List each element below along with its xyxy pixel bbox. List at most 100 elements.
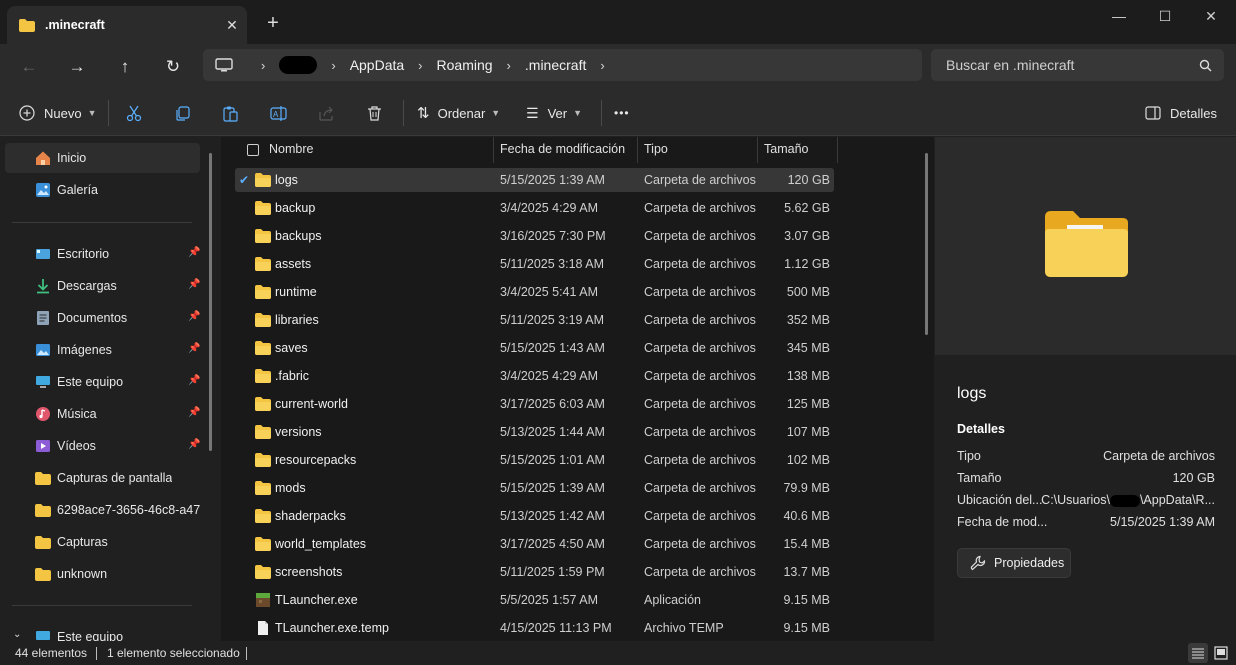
file-row[interactable]: backup 3/4/2025 4:29 AM Carpeta de archivo… xyxy=(235,196,834,220)
sidebar-item-folder[interactable]: Capturas de pantalla xyxy=(5,463,200,493)
share-button[interactable] xyxy=(318,99,335,127)
sidebar-item-descargas[interactable]: Descargas 📌 xyxy=(5,271,200,301)
file-row[interactable]: current-world 3/17/2025 6:03 AM Carpeta de… xyxy=(235,392,834,416)
column-header-type[interactable]: Tipo xyxy=(644,137,668,163)
pin-icon[interactable]: 📌 xyxy=(188,375,200,387)
new-button[interactable]: Nuevo ▼ xyxy=(19,99,97,127)
sidebar-item-musica[interactable]: Música 📌 xyxy=(5,399,200,429)
search-input[interactable] xyxy=(946,57,1199,73)
file-row[interactable]: screenshots 5/11/2025 1:59 PM Carpeta de a… xyxy=(235,560,834,584)
file-row[interactable]: runtime 3/4/2025 5:41 AM Carpeta de archiv… xyxy=(235,280,834,304)
file-row[interactable]: shaderpacks 5/13/2025 1:42 AM Carpeta de a… xyxy=(235,504,834,528)
search-box[interactable] xyxy=(931,49,1224,81)
tab-minecraft[interactable]: .minecraft ✕ xyxy=(7,6,247,44)
sidebar-item-imagenes[interactable]: Imágenes 📌 xyxy=(5,335,200,365)
sidebar-item-videos[interactable]: Vídeos 📌 xyxy=(5,431,200,461)
close-tab-icon[interactable]: ✕ xyxy=(217,17,247,34)
view-button[interactable]: ☰ Ver ▼ xyxy=(526,99,582,127)
file-row[interactable]: libraries 5/11/2025 3:19 AM Carpeta de arc… xyxy=(235,308,834,332)
sidebar-item-home[interactable]: Inicio xyxy=(5,143,200,173)
chevron-down-icon[interactable]: ⌄ xyxy=(13,629,21,640)
rename-button[interactable]: A xyxy=(270,99,287,127)
breadcrumb-appdata[interactable]: AppData xyxy=(350,57,404,73)
sidebar-item-este-equipo[interactable]: Este equipo 📌 xyxy=(5,367,200,397)
column-divider[interactable] xyxy=(757,137,758,163)
sidebar-item-label: Este equipo xyxy=(57,630,124,641)
paste-button[interactable] xyxy=(222,99,239,127)
column-divider[interactable] xyxy=(637,137,638,163)
sidebar-item-label: Este equipo xyxy=(57,375,124,389)
details-item-name: logs xyxy=(957,385,987,402)
pin-icon[interactable]: 📌 xyxy=(188,247,200,259)
file-row[interactable]: backups 3/16/2025 7:30 PM Carpeta de archi… xyxy=(235,224,834,248)
sidebar-item-folder[interactable]: 6298ace7-3656-46c8-a47c-a xyxy=(5,495,200,525)
row-checkbox-checked-icon[interactable]: ✔ xyxy=(239,174,249,186)
file-row[interactable]: ✔ logs 5/15/2025 1:39 AM Carpeta de archivo… xyxy=(235,168,834,192)
column-header-name[interactable]: Nombre xyxy=(269,137,313,163)
details-key: Tipo xyxy=(957,449,981,463)
trash-icon xyxy=(368,105,381,121)
pin-icon[interactable]: 📌 xyxy=(188,407,200,419)
file-row[interactable]: saves 5/15/2025 1:43 AM Carpeta de archivo… xyxy=(235,336,834,360)
details-row-location: Ubicación del... C:\Usuarios\ \AppData\R.… xyxy=(957,493,1215,513)
column-header-size[interactable]: Tamaño xyxy=(764,137,808,163)
sidebar-item-gallery[interactable]: Galería xyxy=(5,175,200,205)
sort-button[interactable]: ⇅ Ordenar ▼ xyxy=(417,99,500,127)
file-name: versions xyxy=(275,425,322,439)
chevron-right-icon[interactable]: › xyxy=(507,58,511,73)
file-row[interactable]: versions 5/13/2025 1:44 AM Carpeta de arch… xyxy=(235,420,834,444)
address-bar[interactable]: › › AppData › Roaming › .minecraft › xyxy=(203,49,922,81)
pin-icon[interactable]: 📌 xyxy=(188,343,200,355)
details-row-size: Tamaño 120 GB xyxy=(957,471,1215,491)
file-size: 40.6 MB xyxy=(783,509,830,523)
details-pane-button[interactable]: Detalles xyxy=(1145,99,1217,127)
sidebar-item-documentos[interactable]: Documentos 📌 xyxy=(5,303,200,333)
file-list-scrollbar[interactable] xyxy=(925,153,928,335)
column-divider[interactable] xyxy=(837,137,838,163)
file-row[interactable]: TLauncher.exe.temp 4/15/2025 11:13 PM Arch… xyxy=(235,616,834,640)
forward-arrow-icon[interactable]: → xyxy=(62,52,92,82)
more-options-button[interactable]: ••• xyxy=(614,99,630,127)
sidebar-item-folder[interactable]: Capturas xyxy=(5,527,200,557)
pin-icon[interactable]: 📌 xyxy=(188,279,200,291)
chevron-right-icon[interactable]: › xyxy=(600,58,604,73)
delete-button[interactable] xyxy=(366,99,383,127)
sidebar-item-escritorio[interactable]: Escritorio 📌 xyxy=(5,239,200,269)
file-row[interactable]: TLauncher.exe 5/5/2025 1:57 AM Aplicación 9… xyxy=(235,588,834,612)
copy-button[interactable] xyxy=(174,99,191,127)
sidebar-item-this-pc[interactable]: ⌄ Este equipo xyxy=(5,622,200,641)
chevron-right-icon[interactable]: › xyxy=(261,58,265,73)
breadcrumb-roaming[interactable]: Roaming xyxy=(437,57,493,73)
back-arrow-icon[interactable]: ← xyxy=(14,52,44,82)
file-row[interactable]: resourcepacks 5/15/2025 1:01 AM Carpeta de… xyxy=(235,448,834,472)
properties-button[interactable]: Propiedades xyxy=(957,548,1071,578)
breadcrumb-minecraft[interactable]: .minecraft xyxy=(525,57,586,73)
chevron-right-icon[interactable]: › xyxy=(331,58,335,73)
tiles-view-button[interactable] xyxy=(1211,643,1231,663)
up-arrow-icon[interactable]: ↑ xyxy=(110,52,140,82)
pin-icon[interactable]: 📌 xyxy=(188,439,200,451)
refresh-icon[interactable]: ↻ xyxy=(158,52,188,82)
details-view-button[interactable] xyxy=(1188,643,1208,663)
tab-title: .minecraft xyxy=(45,18,105,32)
file-row[interactable]: world_templates 3/17/2025 4:50 AM Carpeta … xyxy=(235,532,834,556)
select-all-checkbox[interactable] xyxy=(247,144,259,156)
maximize-icon[interactable]: ☐ xyxy=(1142,4,1188,28)
sidebar-item-folder[interactable]: unknown xyxy=(5,559,200,589)
column-header-date[interactable]: Fecha de modificación xyxy=(500,137,625,163)
cut-button[interactable] xyxy=(126,99,143,127)
pin-icon[interactable]: 📌 xyxy=(188,311,200,323)
close-window-icon[interactable]: ✕ xyxy=(1188,4,1234,28)
file-row[interactable]: assets 5/11/2025 3:18 AM Carpeta de archiv… xyxy=(235,252,834,276)
large-folder-icon xyxy=(1045,211,1128,277)
minimize-icon[interactable]: — xyxy=(1096,4,1142,28)
new-tab-button[interactable]: + xyxy=(262,12,284,34)
chevron-right-icon[interactable]: › xyxy=(418,58,422,73)
file-date: 5/11/2025 3:19 AM xyxy=(500,313,605,327)
column-divider[interactable] xyxy=(493,137,494,163)
divider xyxy=(96,647,97,660)
file-row[interactable]: .fabric 3/4/2025 4:29 AM Carpeta de archiv… xyxy=(235,364,834,388)
sidebar-scrollbar[interactable] xyxy=(209,153,212,451)
file-date: 3/17/2025 4:50 AM xyxy=(500,537,605,551)
file-row[interactable]: mods 5/15/2025 1:39 AM Carpeta de archivos… xyxy=(235,476,834,500)
